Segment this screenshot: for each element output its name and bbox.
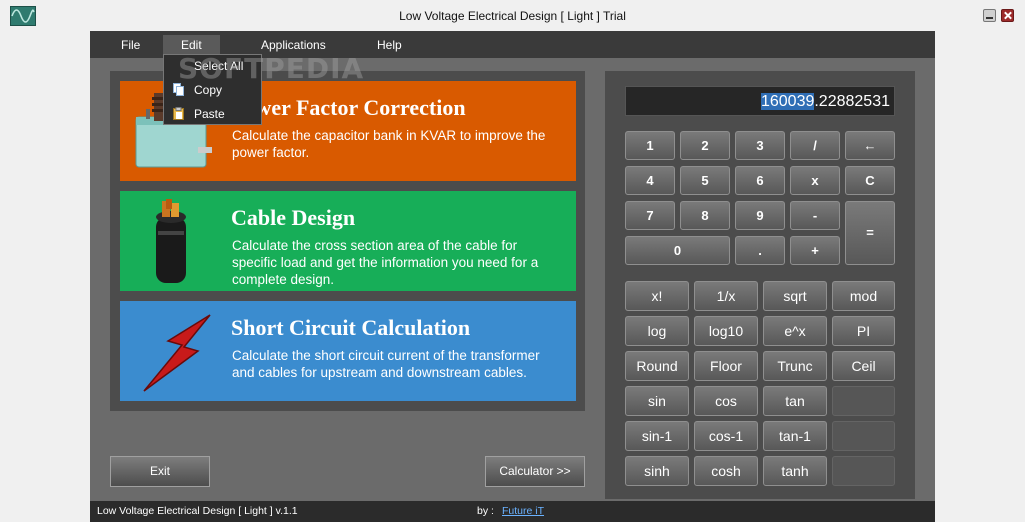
calculator-display: 160039.22882531 [625, 86, 895, 116]
close-button[interactable] [1001, 9, 1014, 22]
copy-icon [173, 83, 184, 96]
key-5[interactable]: 5 [680, 166, 730, 195]
key-cos[interactable]: cos [694, 386, 758, 416]
menu-file[interactable]: File [121, 38, 140, 52]
key-9[interactable]: 9 [735, 201, 785, 230]
key-3[interactable]: 3 [735, 131, 785, 160]
key-subtract[interactable]: - [790, 201, 840, 230]
key-reciprocal[interactable]: 1/x [694, 281, 758, 311]
menu-item-copy[interactable]: Copy [164, 79, 261, 101]
key-cosh[interactable]: cosh [694, 456, 758, 486]
key-pi[interactable]: PI [832, 316, 895, 346]
key-6[interactable]: 6 [735, 166, 785, 195]
author-link[interactable]: Future iT [502, 505, 544, 517]
key-atan[interactable]: tan-1 [763, 421, 827, 451]
display-text: .22882531 [814, 93, 890, 110]
key-sin[interactable]: sin [625, 386, 689, 416]
calculator-toggle-button[interactable]: Calculator >> [485, 456, 585, 487]
paste-icon [173, 107, 184, 120]
key-blank [832, 386, 895, 416]
key-equals[interactable]: = [845, 201, 895, 265]
card-description: Calculate the cross section area of the … [232, 238, 539, 287]
card-title: Power Factor Correction [231, 95, 466, 120]
key-backspace[interactable]: ← [845, 131, 895, 160]
menu-applications[interactable]: Applications [261, 38, 326, 52]
key-trunc[interactable]: Trunc [763, 351, 827, 381]
key-4[interactable]: 4 [625, 166, 675, 195]
card-cable-design[interactable]: Cable Design Calculate the cross section… [120, 191, 576, 291]
edit-menu-dropdown: Select All Copy Paste [163, 54, 262, 125]
key-factorial[interactable]: x! [625, 281, 689, 311]
key-clear[interactable]: C [845, 166, 895, 195]
key-decimal[interactable]: . [735, 236, 785, 265]
key-log[interactable]: log [625, 316, 689, 346]
key-blank [832, 421, 895, 451]
status-app-version: Low Voltage Electrical Design [ Light ] … [97, 505, 298, 517]
minimize-button[interactable] [983, 9, 996, 22]
menu-edit[interactable]: Edit [163, 35, 220, 55]
card-title: Cable Design [231, 205, 356, 230]
window-title: Low Voltage Electrical Design [ Light ] … [399, 9, 626, 23]
key-8[interactable]: 8 [680, 201, 730, 230]
key-ceil[interactable]: Ceil [832, 351, 895, 381]
display-selected-text: 160039 [760, 93, 815, 110]
key-add[interactable]: + [790, 236, 840, 265]
card-description: Calculate the capacitor bank in KVAR to … [232, 128, 546, 160]
key-acos[interactable]: cos-1 [694, 421, 758, 451]
card-title: Short Circuit Calculation [231, 315, 471, 340]
status-bar: Low Voltage Electrical Design [ Light ] … [90, 501, 935, 522]
key-mod[interactable]: mod [832, 281, 895, 311]
key-0[interactable]: 0 [625, 236, 730, 265]
menu-item-select-all[interactable]: Select All [164, 55, 261, 77]
key-asin[interactable]: sin-1 [625, 421, 689, 451]
key-sqrt[interactable]: sqrt [763, 281, 827, 311]
key-floor[interactable]: Floor [694, 351, 758, 381]
key-tanh[interactable]: tanh [763, 456, 827, 486]
key-2[interactable]: 2 [680, 131, 730, 160]
key-exp[interactable]: e^x [763, 316, 827, 346]
key-1[interactable]: 1 [625, 131, 675, 160]
key-tan[interactable]: tan [763, 386, 827, 416]
card-short-circuit[interactable]: Short Circuit Calculation Calculate the … [120, 301, 576, 401]
status-by-label: by : [477, 505, 494, 517]
key-log10[interactable]: log10 [694, 316, 758, 346]
key-sinh[interactable]: sinh [625, 456, 689, 486]
key-divide[interactable]: / [790, 131, 840, 160]
key-multiply[interactable]: x [790, 166, 840, 195]
exit-button[interactable]: Exit [110, 456, 210, 487]
title-bar: Low Voltage Electrical Design [ Light ] … [0, 0, 1025, 31]
card-description: Calculate the short circuit current of t… [232, 348, 540, 380]
key-7[interactable]: 7 [625, 201, 675, 230]
cable-icon [128, 197, 218, 285]
key-blank [832, 456, 895, 486]
lightning-icon [128, 307, 218, 395]
menu-help[interactable]: Help [377, 38, 402, 52]
menu-item-paste[interactable]: Paste [164, 103, 261, 125]
key-round[interactable]: Round [625, 351, 689, 381]
